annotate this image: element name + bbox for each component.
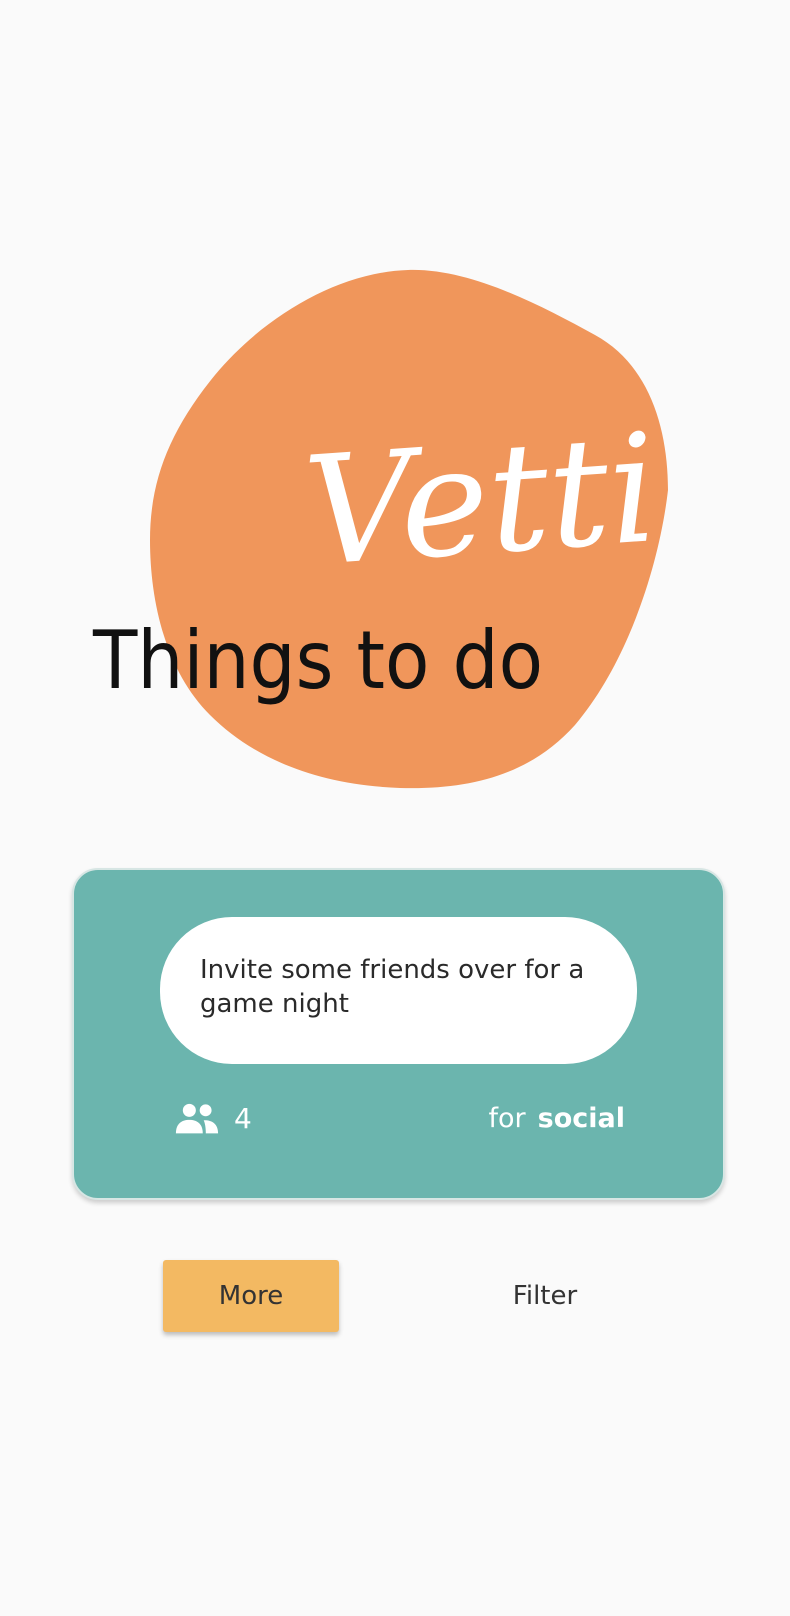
logo-tagline: Things to do [92, 614, 543, 707]
more-button[interactable]: More [163, 1260, 339, 1332]
logo-graphic: Vetti Things to do [92, 269, 668, 789]
filter-button[interactable]: Filter [460, 1260, 630, 1332]
participants-info: 4 [174, 1098, 252, 1138]
activity-category: for social [489, 1098, 625, 1138]
activity-card: Invite some friends over for a game nigh… [72, 868, 725, 1200]
for-label: for [488, 1102, 526, 1134]
activity-type: social [537, 1102, 625, 1134]
app-screen: Vetti Things to do Invite some friends o… [0, 0, 790, 1616]
logo-script-text: Vetti [300, 402, 663, 600]
vetti-logo: Vetti Things to do [0, 0, 790, 820]
activity-text: Invite some friends over for a game nigh… [160, 917, 637, 1064]
participants-count: 4 [234, 1101, 252, 1135]
people-icon [175, 1103, 219, 1134]
